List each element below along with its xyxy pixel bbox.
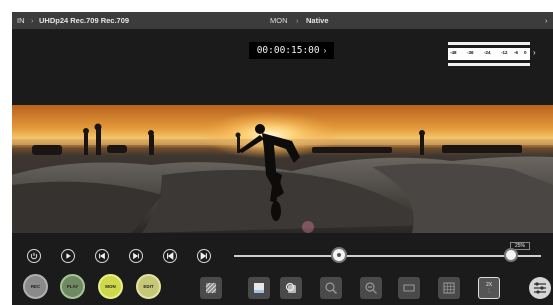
step-back-button[interactable]	[95, 249, 109, 263]
skatepark-sunset-image	[12, 111, 553, 233]
timecode-chevron-icon: ›	[323, 46, 327, 55]
focus-peaking-tool-button[interactable]	[280, 277, 302, 299]
play-mode-label: PLAY	[66, 284, 79, 289]
input-chevron-icon: ›	[31, 16, 34, 25]
magnifier-icon	[325, 282, 337, 294]
skip-end-button[interactable]	[197, 249, 211, 263]
zoom-2x-tool-button[interactable]: 2X ⋮	[478, 277, 500, 299]
power-button[interactable]	[27, 249, 41, 263]
meter-tick: -48	[450, 50, 457, 55]
zoom-out-tool-button[interactable]	[360, 277, 382, 299]
audio-meter-scale: -48 -36 -24 -12 -6 0	[448, 48, 530, 60]
frame-guide-icon	[403, 284, 415, 292]
timecode-value: 00:00:15:00	[256, 45, 320, 56]
skip-start-icon	[167, 252, 174, 260]
mon-mode-label: MON	[105, 284, 116, 289]
timecode-display[interactable]: 00:00:15:00 ›	[249, 42, 334, 59]
settings-menu-button[interactable]	[529, 277, 551, 299]
audio-meter-channel-1	[448, 42, 530, 45]
mon-mode-button[interactable]: MON	[98, 274, 123, 299]
meter-chevron-icon: ›	[533, 48, 536, 57]
input-format[interactable]: UHDp24 Rec.709 Rec.709	[39, 16, 129, 25]
edit-mode-label: EDIT	[143, 284, 154, 289]
peaking-icon	[285, 282, 296, 293]
zebra-icon	[205, 282, 217, 294]
meter-tick: -6	[514, 50, 519, 55]
grid-icon	[443, 282, 455, 294]
play-mode-button[interactable]: PLAY	[60, 274, 85, 299]
play-icon	[66, 253, 71, 259]
false-color-icon	[254, 283, 264, 293]
volume-handle[interactable]	[506, 250, 516, 260]
monitor-label[interactable]: MON	[270, 16, 288, 25]
power-icon	[30, 252, 38, 260]
skip-start-button[interactable]	[163, 249, 177, 263]
scrub-handle[interactable]	[332, 249, 345, 261]
status-bar: IN › UHDp24 Rec.709 Rec.709 MON › Native…	[12, 12, 553, 29]
video-preview[interactable]	[12, 105, 553, 233]
zoom-glyph: ⋮	[486, 288, 492, 294]
play-button[interactable]	[61, 249, 75, 263]
volume-percent: 25%	[510, 242, 530, 250]
meter-tick: -24	[484, 50, 491, 55]
grid-tool-button[interactable]	[438, 277, 460, 299]
step-back-icon	[99, 252, 105, 260]
edit-mode-button[interactable]: EDIT	[136, 274, 161, 299]
sliders-icon	[534, 282, 546, 294]
scrub-bar[interactable]	[234, 255, 517, 257]
monitor-screen: IN › UHDp24 Rec.709 Rec.709 MON › Native…	[12, 12, 553, 305]
input-label[interactable]: IN	[17, 16, 25, 25]
step-forward-icon	[133, 252, 139, 260]
monitor-value[interactable]: Native	[306, 16, 329, 25]
audio-meter-channel-2	[448, 63, 530, 66]
zebra-tool-button[interactable]	[200, 277, 222, 299]
audio-meter[interactable]: -48 -36 -24 -12 -6 0 ›	[445, 42, 536, 66]
false-color-tool-button[interactable]	[248, 277, 270, 299]
zoom-in-tool-button[interactable]	[320, 277, 342, 299]
skip-end-icon	[200, 252, 207, 260]
rec-mode-label: REC	[30, 284, 41, 289]
step-forward-button[interactable]	[129, 249, 143, 263]
meter-tick: 0	[524, 50, 527, 55]
frame-guide-tool-button[interactable]	[398, 277, 420, 299]
monitor-chevron-icon: ›	[296, 16, 299, 25]
magnifier-minus-icon	[365, 282, 377, 294]
more-chevron-icon[interactable]: ›	[545, 16, 548, 25]
meter-tick: -12	[501, 50, 508, 55]
meter-tick: -36	[467, 50, 474, 55]
rec-mode-button[interactable]: REC	[23, 274, 48, 299]
zoom-2x-icon: 2X ⋮	[486, 282, 492, 294]
